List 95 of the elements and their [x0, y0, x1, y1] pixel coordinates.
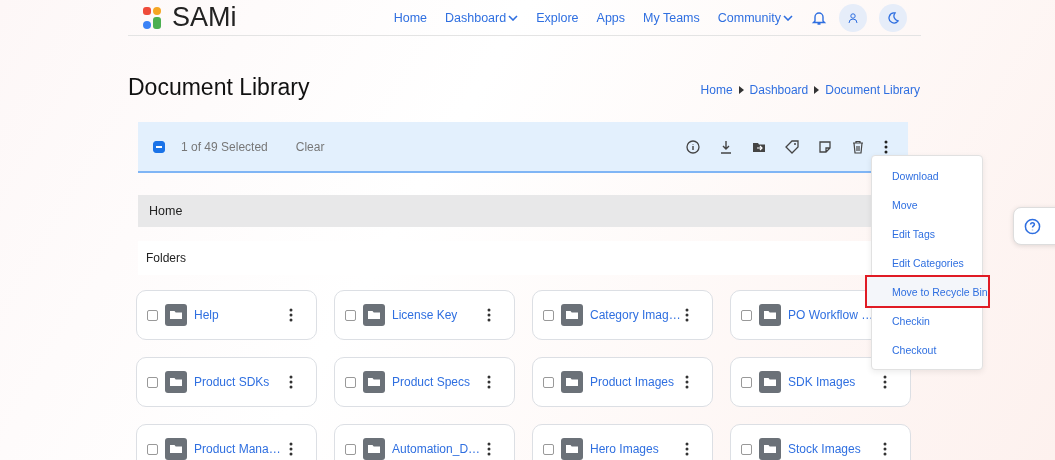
folder-icon [759, 371, 781, 393]
checkbox[interactable] [345, 376, 356, 388]
person-icon [847, 11, 859, 24]
folder-icon [759, 438, 781, 460]
menu-item[interactable]: Move to Recycle Bin [867, 277, 988, 306]
checkbox[interactable] [345, 309, 356, 321]
tag-icon[interactable] [785, 139, 799, 154]
bell-icon[interactable] [811, 9, 827, 26]
more-icon[interactable] [685, 442, 689, 456]
path-label[interactable]: Home [149, 204, 183, 218]
checkbox[interactable] [147, 443, 158, 455]
folder-card[interactable]: Automation_D… [334, 424, 515, 460]
more-icon[interactable] [289, 442, 293, 456]
more-icon[interactable] [685, 308, 689, 322]
breadcrumb-link[interactable]: Document Library [825, 83, 920, 97]
folder-name[interactable]: Category Imag… [590, 308, 681, 322]
checkbox[interactable] [345, 443, 356, 455]
more-icon[interactable] [289, 308, 293, 322]
folder-name[interactable]: Product SDKs [194, 375, 270, 389]
nav-link[interactable]: Home [393, 10, 427, 25]
folder-card[interactable]: SDK Images [730, 357, 911, 407]
section-heading: Folders [146, 251, 186, 265]
folder-name[interactable]: License Key [392, 308, 458, 322]
menu-item[interactable]: Edit Tags [872, 219, 982, 248]
folder-icon [561, 304, 583, 326]
folder-icon [165, 304, 187, 326]
folder-card[interactable]: License Key [334, 290, 515, 340]
trash-icon[interactable] [851, 139, 865, 154]
checkbox[interactable] [543, 376, 554, 388]
more-icon[interactable] [883, 442, 887, 456]
folder-icon [363, 371, 385, 393]
select-all-checkbox[interactable] [153, 140, 165, 153]
clear-link[interactable]: Clear [295, 139, 325, 154]
folder-card[interactable]: Stock Images [730, 424, 911, 460]
chevron-icon [814, 86, 820, 94]
more-icon[interactable] [487, 375, 491, 389]
nav-link[interactable]: My Teams [643, 10, 700, 25]
folder-icon [759, 304, 781, 326]
folder-name[interactable]: Product Mana… [194, 442, 281, 456]
checkbox[interactable] [543, 443, 554, 455]
folder-card[interactable]: Help [136, 290, 317, 340]
folder-card[interactable]: Product Specs [334, 357, 515, 407]
menu-item[interactable]: Move [872, 190, 982, 219]
breadcrumb-link[interactable]: Home [700, 83, 733, 97]
help-icon [1024, 217, 1041, 235]
folder-name[interactable]: Hero Images [590, 442, 659, 456]
checkbox[interactable] [147, 309, 158, 321]
folder-icon [165, 371, 187, 393]
folder-card[interactable]: Category Imag… [532, 290, 713, 340]
menu-item[interactable]: Edit Categories [872, 248, 982, 277]
dark-mode-button[interactable] [879, 3, 907, 32]
folder-icon [363, 304, 385, 326]
folder-name[interactable]: Help [194, 308, 219, 322]
checkbox[interactable] [543, 309, 554, 321]
folder-name[interactable]: SDK Images [788, 375, 856, 389]
page-title: Document Library [128, 73, 310, 101]
info-icon[interactable] [686, 139, 700, 154]
menu-item[interactable]: Download [872, 161, 982, 190]
more-icon[interactable] [487, 308, 491, 322]
more-icon[interactable] [883, 375, 887, 389]
moon-icon [886, 10, 900, 25]
nav-link[interactable]: Apps [596, 10, 626, 25]
logo-icon [142, 5, 162, 30]
folder-icon [561, 438, 583, 460]
checkbox[interactable] [741, 376, 752, 388]
nav-link[interactable]: Explore [536, 10, 579, 25]
folder-card[interactable]: Product Mana… [136, 424, 317, 460]
profile-button[interactable] [839, 3, 867, 32]
folder-icon [561, 371, 583, 393]
folder-name[interactable]: Product Images [590, 375, 675, 389]
more-icon[interactable] [685, 375, 689, 389]
folder-card[interactable]: Product Images [532, 357, 713, 407]
brand-name: SAMi [172, 2, 237, 33]
checkbox[interactable] [741, 309, 752, 321]
chevron-icon [738, 86, 744, 94]
folder-name[interactable]: Product Specs [392, 375, 471, 389]
help-button[interactable] [1013, 207, 1055, 245]
more-icon[interactable] [289, 375, 293, 389]
folder-name[interactable]: Stock Images [788, 442, 861, 456]
note-icon[interactable] [818, 139, 832, 154]
folder-card[interactable]: Hero Images [532, 424, 713, 460]
more-icon[interactable] [487, 442, 491, 456]
folder-card[interactable]: Product SDKs [136, 357, 317, 407]
checkbox[interactable] [147, 376, 158, 388]
folder-icon [165, 438, 187, 460]
folder-name[interactable]: Automation_D… [392, 442, 481, 456]
folder-name[interactable]: PO Workflow … [788, 308, 874, 322]
more-icon[interactable] [884, 139, 888, 154]
selection-count: 1 of 49 Selected [181, 139, 268, 154]
checkbox[interactable] [741, 443, 752, 455]
nav-link[interactable]: Dashboard [445, 10, 519, 25]
folder-icon [363, 438, 385, 460]
nav-link[interactable]: Community [717, 10, 793, 25]
download-icon[interactable] [719, 139, 733, 154]
breadcrumb-link[interactable]: Dashboard [749, 83, 809, 97]
